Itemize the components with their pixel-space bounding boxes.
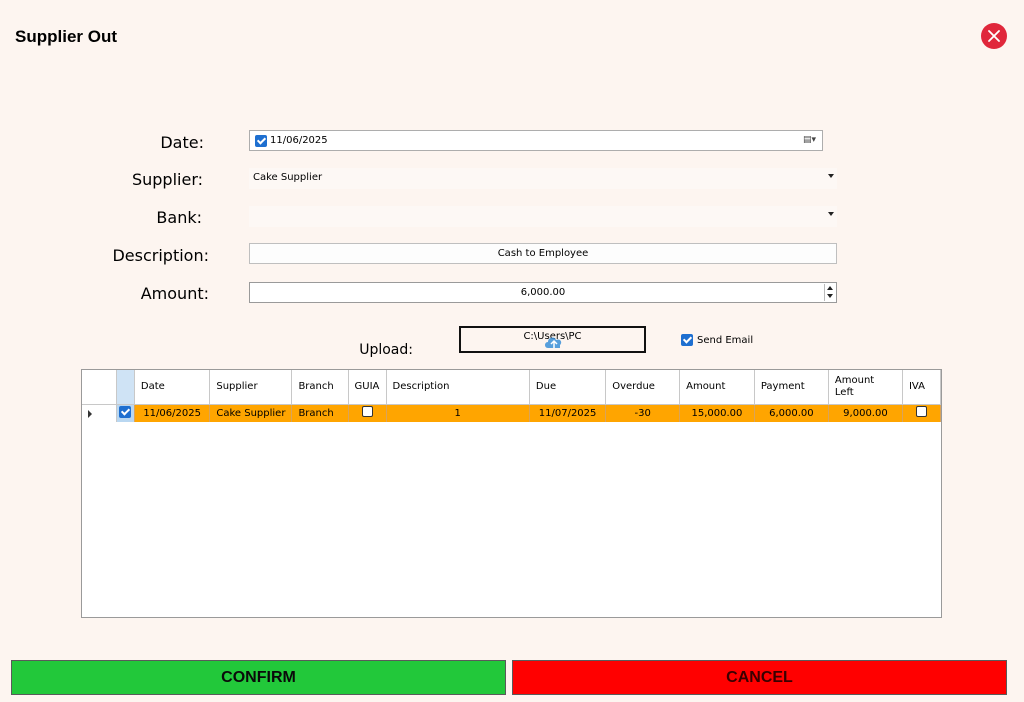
cell-iva[interactable] <box>902 404 942 422</box>
cell-branch[interactable]: Branch <box>291 404 349 422</box>
amount-field[interactable]: 6,000.00 <box>249 282 837 303</box>
chevron-down-icon <box>828 174 834 178</box>
guia-checkbox[interactable] <box>361 406 373 418</box>
current-row-arrow-icon <box>88 409 92 418</box>
amount-value: 6,000.00 <box>520 287 566 298</box>
select-column-header[interactable] <box>116 370 135 405</box>
spin-down-icon[interactable] <box>825 292 835 300</box>
send-email-toggle[interactable]: Send Email <box>677 334 753 346</box>
column-header-amount[interactable]: Amount <box>679 370 755 405</box>
amount-label: Amount: <box>140 284 209 303</box>
supplier-label: Supplier: <box>131 170 203 189</box>
cloud-upload-icon <box>545 337 562 348</box>
amount-spinner[interactable] <box>824 284 835 301</box>
supplier-select[interactable]: Cake Supplier <box>249 168 837 189</box>
window-title: Supplier Out <box>15 27 117 46</box>
upload-label: Upload: <box>359 342 413 358</box>
close-button[interactable] <box>981 23 1007 49</box>
column-header-date[interactable]: Date <box>134 370 211 405</box>
column-header-amount-left[interactable]: Amount Left <box>828 370 903 405</box>
date-value: 11/06/2025 <box>270 135 328 146</box>
send-email-label: Send Email <box>697 334 754 346</box>
description-field[interactable]: Cash to Employee <box>249 243 837 264</box>
supplier-value: Cake Supplier <box>253 172 323 183</box>
grid-header-row: Date Supplier Branch GUIA Description Du… <box>82 370 942 405</box>
upload-button[interactable]: C:\Users\PC <box>459 326 646 353</box>
date-checkbox[interactable] <box>255 135 267 147</box>
description-label: Description: <box>112 246 209 265</box>
column-header-payment[interactable]: Payment <box>754 370 829 405</box>
date-label: Date: <box>160 133 204 152</box>
cell-amount-left[interactable]: 9,000.00 <box>828 404 903 422</box>
cell-due[interactable]: 11/07/2025 <box>529 404 607 422</box>
row-header[interactable] <box>82 404 117 422</box>
send-email-checkbox[interactable] <box>681 334 693 346</box>
row-select-cell[interactable] <box>116 404 135 422</box>
column-header-branch[interactable]: Branch <box>291 370 349 405</box>
column-header-iva[interactable]: IVA <box>902 370 942 405</box>
date-picker[interactable]: 11/06/2025 ▤▾ <box>249 130 823 151</box>
cell-date[interactable]: 11/06/2025 <box>134 404 211 422</box>
row-header-corner <box>82 370 117 405</box>
close-icon <box>988 30 1000 42</box>
cell-guia[interactable] <box>348 404 387 422</box>
cell-amount[interactable]: 15,000.00 <box>679 404 755 422</box>
cancel-button[interactable]: CANCEL <box>512 660 1007 695</box>
cell-payment[interactable]: 6,000.00 <box>754 404 829 422</box>
bank-select[interactable] <box>249 206 837 227</box>
iva-checkbox[interactable] <box>915 406 927 418</box>
cell-overdue[interactable]: -30 <box>605 404 681 422</box>
cell-supplier[interactable]: Cake Supplier <box>209 404 293 422</box>
column-header-overdue[interactable]: Overdue <box>605 370 681 405</box>
row-select-checkbox[interactable] <box>119 405 132 418</box>
calendar-dropdown-icon[interactable]: ▤▾ <box>803 135 816 145</box>
confirm-button[interactable]: CONFIRM <box>11 660 506 695</box>
bank-label: Bank: <box>156 208 202 227</box>
column-header-due[interactable]: Due <box>529 370 607 405</box>
invoices-grid[interactable]: Date Supplier Branch GUIA Description Du… <box>81 369 942 618</box>
column-header-description[interactable]: Description <box>386 370 530 405</box>
spin-up-icon[interactable] <box>825 284 835 292</box>
chevron-down-icon <box>828 212 834 216</box>
cell-description[interactable]: 1 <box>386 404 530 422</box>
column-header-guia[interactable]: GUIA <box>348 370 387 405</box>
table-row[interactable]: 11/06/2025 Cake Supplier Branch 1 11/07/… <box>82 404 942 422</box>
column-header-supplier[interactable]: Supplier <box>209 370 293 405</box>
